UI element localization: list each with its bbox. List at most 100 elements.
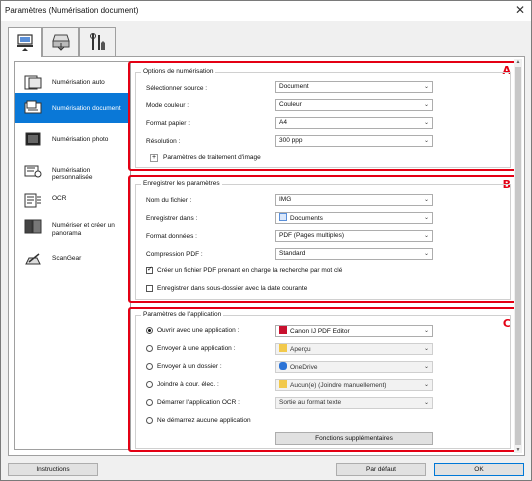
date-subfolder-checkbox[interactable]	[146, 285, 153, 292]
sidebar-item-panorama[interactable]: Numériser et créer un panorama	[15, 212, 130, 248]
image-processing-label: Paramètres de traitement d'image	[163, 154, 261, 161]
send-folder-select[interactable]: OneDrive ⌄	[275, 361, 433, 373]
ocr-app-radio[interactable]	[146, 399, 153, 406]
send-app-radio[interactable]	[146, 345, 153, 352]
photo-scan-icon	[25, 132, 41, 146]
paper-size-value: A4	[279, 119, 287, 126]
chevron-down-icon: ⌄	[423, 364, 429, 370]
chevron-down-icon: ⌄	[423, 233, 429, 239]
ocr-app-select[interactable]: Sortie au format texte ⌄	[275, 397, 433, 409]
settings-content: Numérisation auto Numérisation document …	[8, 56, 525, 456]
more-functions-button[interactable]: Fonctions supplémentaires	[275, 432, 433, 445]
tab-general-settings[interactable]	[79, 27, 116, 56]
open-app-select[interactable]: Canon IJ PDF Editor ⌄	[275, 325, 433, 337]
filename-value: IMG	[279, 196, 292, 203]
send-app-select[interactable]: Aperçu ⌄	[275, 343, 433, 355]
filename-label: Nom du fichier :	[146, 197, 192, 204]
scroll-up-icon[interactable]: ▲	[514, 59, 522, 65]
pdf-editor-icon	[279, 326, 287, 334]
email-attach-radio[interactable]	[146, 381, 153, 388]
paper-size-select[interactable]: A4 ⌄	[275, 117, 433, 129]
sidebar-item-label: ScanGear	[52, 255, 82, 262]
tab-scan-from-operation-panel[interactable]	[42, 27, 79, 56]
sidebar-item-label: Numérisation photo	[52, 136, 109, 143]
sidebar-item-label: Numérisation personnalisée	[52, 167, 93, 181]
save-in-label: Enregistrer dans :	[146, 215, 198, 222]
chevron-down-icon: ⌄	[423, 120, 429, 126]
paper-size-label: Format papier :	[146, 120, 191, 127]
chevron-down-icon: ⌄	[423, 215, 429, 221]
scan-mode-list: Numérisation auto Numérisation document …	[14, 61, 131, 450]
save-in-select[interactable]: Documents ⌄	[275, 212, 433, 224]
close-icon[interactable]: ✕	[515, 3, 525, 17]
group-title: Options de numérisation	[141, 68, 216, 75]
open-app-label: Ouvrir avec une application :	[157, 327, 240, 334]
ok-button[interactable]: OK	[434, 463, 524, 476]
operation-panel-icon	[51, 34, 70, 51]
send-folder-label: Envoyer à un dossier :	[157, 363, 222, 370]
default-button[interactable]: Par défaut	[336, 463, 426, 476]
resolution-label: Résolution :	[146, 138, 181, 145]
save-in-value: Documents	[290, 215, 323, 222]
send-app-label: Envoyer à une application :	[157, 345, 236, 352]
scangear-icon	[25, 253, 41, 265]
scroll-down-icon[interactable]: ▼	[514, 447, 522, 453]
email-attach-value: Aucun(e) (Joindre manuellement)	[290, 382, 387, 389]
onedrive-icon	[279, 362, 287, 370]
scan-options-section: A Options de numérisation Sélectionner s…	[128, 61, 518, 171]
sidebar-item-label-line1: Numériser et créer un	[52, 222, 115, 229]
send-folder-radio[interactable]	[146, 363, 153, 370]
instructions-button[interactable]: Instructions	[8, 463, 98, 476]
email-attach-label: Joindre à cour. élec. :	[157, 381, 219, 388]
chevron-down-icon: ⌄	[423, 251, 429, 257]
open-app-value: Canon IJ PDF Editor	[290, 328, 350, 335]
chevron-down-icon: ⌄	[423, 84, 429, 90]
source-label: Sélectionner source :	[146, 85, 208, 92]
document-scan-icon	[24, 100, 42, 114]
sidebar-item-document-scan[interactable]: Numérisation document	[15, 93, 130, 123]
sidebar-item-custom-scan[interactable]: Numérisation personnalisée	[15, 156, 130, 186]
date-subfolder-label: Enregistrer dans sous-dossier avec la da…	[157, 285, 308, 292]
auto-scan-icon	[24, 75, 42, 90]
application-settings-group: Paramètres de l'application Ouvrir avec …	[135, 311, 511, 449]
chevron-down-icon: ⌄	[423, 382, 429, 388]
searchable-pdf-checkbox[interactable]	[146, 265, 153, 274]
color-mode-value: Couleur	[279, 101, 302, 108]
color-mode-select[interactable]: Couleur ⌄	[275, 99, 433, 111]
settings-window: Paramètres (Numérisation document) ✕ Num…	[0, 0, 532, 481]
expand-image-processing-button[interactable]: +	[150, 154, 158, 162]
email-attach-select[interactable]: Aucun(e) (Joindre manuellement) ⌄	[275, 379, 433, 391]
custom-scan-icon	[24, 165, 42, 178]
data-format-select[interactable]: PDF (Pages multiples) ⌄	[275, 230, 433, 242]
send-folder-value: OneDrive	[290, 364, 318, 371]
scrollbar-thumb[interactable]	[515, 67, 521, 445]
chevron-down-icon: ⌄	[423, 400, 429, 406]
sidebar-item-scangear[interactable]: ScanGear	[15, 245, 130, 275]
vertical-scrollbar[interactable]: ▲ ▼	[514, 59, 522, 453]
ocr-app-value: Sortie au format texte	[279, 399, 342, 406]
pdf-compression-value: Standard	[279, 250, 306, 257]
ocr-icon	[24, 193, 41, 208]
source-value: Document	[279, 83, 309, 90]
ocr-app-label: Démarrer l'application OCR :	[157, 399, 240, 406]
documents-folder-icon	[279, 213, 287, 221]
panorama-icon	[24, 219, 42, 234]
tools-icon	[89, 33, 105, 50]
tab-scan-from-computer[interactable]	[8, 27, 42, 57]
computer-scan-icon	[17, 33, 33, 51]
color-mode-label: Mode couleur :	[146, 102, 189, 109]
send-app-value: Aperçu	[290, 346, 311, 353]
source-select[interactable]: Document ⌄	[275, 81, 433, 93]
open-app-radio[interactable]	[146, 327, 153, 334]
filename-input[interactable]: IMG ⌄	[275, 194, 433, 206]
sidebar-item-label: Numérisation auto	[52, 79, 105, 86]
save-settings-section: B Enregistrer les paramètres Nom du fich…	[128, 175, 518, 303]
chevron-down-icon: ⌄	[423, 102, 429, 108]
pdf-compression-select[interactable]: Standard ⌄	[275, 248, 433, 260]
sidebar-item-photo-scan[interactable]: Numérisation photo	[15, 125, 130, 155]
resolution-select[interactable]: 300 ppp ⌄	[275, 135, 433, 147]
mail-icon	[279, 380, 287, 388]
data-format-value: PDF (Pages multiples)	[279, 232, 345, 239]
no-app-radio[interactable]	[146, 417, 153, 424]
chevron-down-icon: ⌄	[423, 138, 429, 144]
